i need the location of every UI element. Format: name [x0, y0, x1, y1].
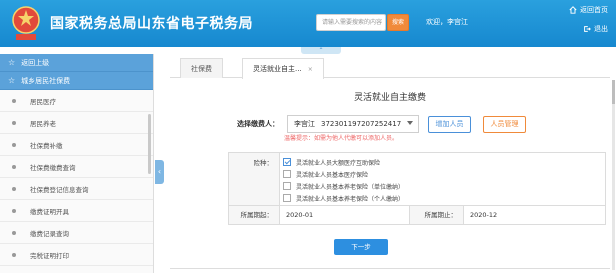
- logout-icon: [584, 25, 591, 32]
- sidebar-item[interactable]: 居民医疗: [0, 90, 153, 112]
- chevron-left-icon: ‹: [157, 167, 162, 176]
- sidebar-item[interactable]: 完税证明打印: [0, 244, 153, 266]
- logout-link[interactable]: 退出: [568, 22, 608, 35]
- bullet-icon: [12, 142, 16, 147]
- insurance-option-label: 灵活就业人员基本养老保险（个人缴纳）: [296, 195, 405, 203]
- sidebar-collapse-toggle[interactable]: ‹: [155, 160, 164, 184]
- bullet-icon: [12, 230, 16, 235]
- payer-id: 372301197207252417: [321, 120, 402, 128]
- star-icon: ☆: [8, 58, 16, 67]
- hint-text: 温馨提示：如需为他人代缴可以添加人员。: [284, 135, 399, 142]
- chevron-down-icon: [407, 121, 413, 125]
- period-end-label: 所属期止：: [410, 206, 464, 224]
- home-icon: [569, 5, 577, 14]
- sidebar-item-label: 居民养老: [30, 119, 56, 128]
- close-icon[interactable]: ×: [308, 66, 313, 73]
- sidebar-item-label: 社保费补缴: [30, 141, 63, 150]
- search-input[interactable]: [316, 14, 386, 31]
- sidebar-item-label: 社保费登记信息查询: [30, 185, 89, 194]
- tab-flexible-employment[interactable]: 灵活就业自主... ×: [242, 58, 324, 79]
- sidebar-item[interactable]: 社保费登记信息查询: [0, 178, 153, 200]
- main-scrollbar-track[interactable]: [612, 80, 615, 270]
- sidebar-item-label: 完税证明打印: [30, 251, 69, 260]
- divider: [170, 268, 610, 269]
- manage-persons-button[interactable]: 人员管理: [483, 115, 526, 133]
- period-end-field[interactable]: 2020-12: [464, 206, 604, 224]
- checkbox-checked[interactable]: [283, 158, 291, 166]
- sidebar-item[interactable]: 居民养老: [0, 112, 153, 134]
- home-link[interactable]: 返回首页: [568, 3, 608, 16]
- welcome-text: 欢迎，李宫江: [426, 18, 468, 26]
- insurance-option[interactable]: 灵活就业人员大额医疗互助保险: [283, 156, 404, 168]
- period-start-field[interactable]: 2020-01: [280, 206, 410, 224]
- insurance-option-label: 灵活就业人员大额医疗互助保险: [296, 159, 381, 167]
- bullet-icon: [12, 252, 16, 257]
- bullet-icon: [12, 120, 16, 125]
- top-header: 国家税务总局山东省电子税务局 搜索 欢迎，李宫江 返回首页 退出: [0, 0, 616, 47]
- checkbox[interactable]: [283, 194, 291, 202]
- logout-link-label: 退出: [594, 24, 608, 33]
- payer-label: 选择缴费人：: [237, 120, 279, 128]
- checkbox[interactable]: [283, 182, 291, 190]
- main-scrollbar-thumb[interactable]: [612, 80, 615, 104]
- insurance-option[interactable]: 灵活就业人员基本养老保险（单位缴纳）: [283, 180, 404, 192]
- insurance-option-label: 灵活就业人员基本养老保险（单位缴纳）: [296, 183, 405, 191]
- sidebar: ☆ 返回上级 ☆ 城乡居民社保费 居民医疗 居民养老 社保费补缴 社保费缴费查询…: [0, 54, 154, 273]
- sidebar-section-label: 城乡居民社保费: [21, 76, 71, 85]
- sidebar-item[interactable]: 社保费补缴: [0, 134, 153, 156]
- add-person-button[interactable]: 增加人员: [428, 115, 471, 133]
- sidebar-item-label: 社保费缴费查询: [30, 163, 76, 172]
- chevron-up-icon: ⌃: [318, 47, 324, 54]
- period-row: 所属期起： 2020-01 所属期止： 2020-12: [229, 206, 605, 224]
- search-button[interactable]: 搜索: [387, 14, 409, 31]
- insurance-option-label: 灵活就业人员基本医疗保险: [296, 171, 369, 179]
- tab-label: 社保费: [191, 65, 212, 73]
- sidebar-item-label: 缴费记录查询: [30, 229, 69, 238]
- sidebar-section-header[interactable]: ☆ 城乡居民社保费: [0, 72, 153, 90]
- insurance-options: 灵活就业人员大额医疗互助保险 灵活就业人员基本医疗保险 灵活就业人员基本养老保险…: [280, 153, 404, 205]
- bullet-icon: [12, 164, 16, 169]
- sidebar-scrollbar[interactable]: [148, 114, 151, 174]
- top-links: 返回首页 退出: [568, 3, 608, 41]
- insurance-option[interactable]: 灵活就业人员基本养老保险（个人缴纳）: [283, 192, 404, 204]
- home-link-label: 返回首页: [580, 5, 608, 14]
- next-step-button[interactable]: 下一步: [334, 239, 388, 255]
- bullet-icon: [12, 186, 16, 191]
- sidebar-item[interactable]: 缴费记录查询: [0, 222, 153, 244]
- sidebar-item[interactable]: 社保费缴费查询: [0, 156, 153, 178]
- period-start-label: 所属期起：: [229, 206, 280, 224]
- checkbox[interactable]: [283, 170, 291, 178]
- sidebar-item-label: 居民医疗: [30, 97, 56, 106]
- tab-label: 灵活就业自主...: [253, 65, 302, 73]
- sidebar-item[interactable]: 缴费证明开具: [0, 200, 153, 222]
- payer-row: 选择缴费人： 李宫江 372301197207252417 增加人员 人员管理: [237, 115, 526, 133]
- insurance-label: 险种：: [229, 153, 280, 205]
- insurance-row: 险种： 灵活就业人员大额医疗互助保险 灵活就业人员基本医疗保险 灵活就业人员基本…: [229, 153, 605, 206]
- insurance-form: 险种： 灵活就业人员大额医疗互助保险 灵活就业人员基本医疗保险 灵活就业人员基本…: [228, 152, 606, 225]
- bullet-icon: [12, 208, 16, 213]
- page-title: 灵活就业自主缴费: [353, 93, 426, 103]
- site-title: 国家税务总局山东省电子税务局: [50, 16, 253, 32]
- bullet-icon: [12, 98, 16, 103]
- insurance-option[interactable]: 灵活就业人员基本医疗保险: [283, 168, 404, 180]
- sidebar-back-label: 返回上级: [21, 58, 50, 67]
- tax-emblem-logo: [12, 6, 40, 40]
- payer-name: 李宫江: [294, 120, 315, 128]
- sidebar-item-label: 缴费证明开具: [30, 207, 69, 216]
- tab-social-insurance[interactable]: 社保费: [180, 58, 223, 78]
- tab-bar: 社保费 灵活就业自主... ×: [170, 58, 610, 79]
- collapse-header-toggle[interactable]: ⌃: [301, 47, 341, 54]
- star-icon: ☆: [8, 76, 16, 85]
- sidebar-back-item[interactable]: ☆ 返回上级: [0, 54, 153, 72]
- payer-select[interactable]: 李宫江 372301197207252417: [287, 115, 419, 133]
